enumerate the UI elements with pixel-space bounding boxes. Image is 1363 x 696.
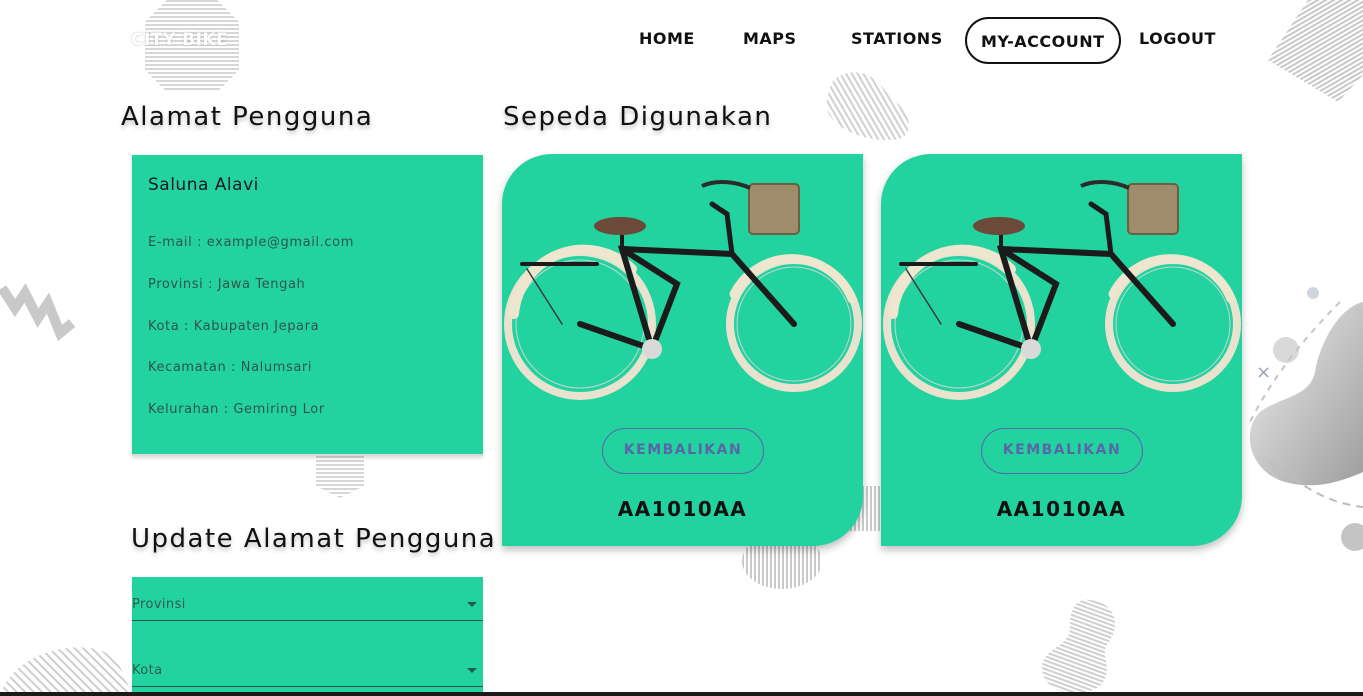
decor-square-top-right (1268, 0, 1363, 102)
bicycle-image (883, 179, 1241, 400)
chevron-down-icon (467, 668, 477, 673)
address-subdistrict: Kelurahan : Gemiring Lor (148, 402, 325, 417)
logo[interactable]: CITY BIKE (131, 30, 228, 50)
bikes-heading: Sepeda Digunakan (503, 102, 773, 132)
address-email: E-mail : example@gmail.com (148, 235, 354, 250)
bottom-scrollbar-edge (0, 692, 1363, 696)
city-select-label: Kota (132, 663, 163, 678)
bike-card: KEMBALIKAN AA1010AA (881, 154, 1242, 546)
decor-hexagon-mid (316, 456, 364, 498)
update-form: Provinsi Kota (132, 577, 483, 696)
user-name: Saluna Alavi (148, 175, 259, 195)
address-district: Kecamatan : Nalumsari (148, 360, 313, 375)
chevron-down-icon (467, 602, 477, 607)
address-province: Provinsi : Jawa Tengah (148, 277, 306, 292)
nav-maps[interactable]: MAPS (743, 29, 797, 48)
city-select[interactable]: Kota (132, 643, 483, 687)
nav-my-account[interactable]: MY-ACCOUNT (965, 17, 1121, 64)
svg-text:×: × (1256, 362, 1271, 383)
address-card: Saluna Alavi E-mail : example@gmail.com … (132, 155, 483, 456)
decor-gray-blob-right: × (1249, 287, 1363, 551)
bike-card: KEMBALIKAN AA1010AA (502, 154, 863, 546)
return-bike-button[interactable]: KEMBALIKAN (602, 428, 764, 474)
return-bike-button[interactable]: KEMBALIKAN (981, 428, 1143, 474)
nav-logout[interactable]: LOGOUT (1139, 29, 1216, 48)
decor-zigzag-left (0, 283, 76, 342)
nav-stations[interactable]: STATIONS (851, 29, 943, 48)
address-heading: Alamat Pengguna (121, 102, 374, 132)
bicycle-image (504, 179, 862, 400)
bike-plate-number: AA1010AA (617, 497, 748, 521)
decor-blob-bottom (1041, 599, 1115, 694)
province-select-label: Provinsi (132, 597, 186, 612)
province-select[interactable]: Provinsi (132, 577, 483, 621)
nav-home[interactable]: HOME (639, 29, 695, 48)
address-city: Kota : Kabupaten Jepara (148, 319, 320, 334)
bike-plate-number: AA1010AA (996, 497, 1127, 521)
update-heading: Update Alamat Pengguna (131, 524, 497, 554)
decor-arc-bottom-left (0, 647, 130, 696)
decor-blob-top-mid (826, 72, 909, 141)
